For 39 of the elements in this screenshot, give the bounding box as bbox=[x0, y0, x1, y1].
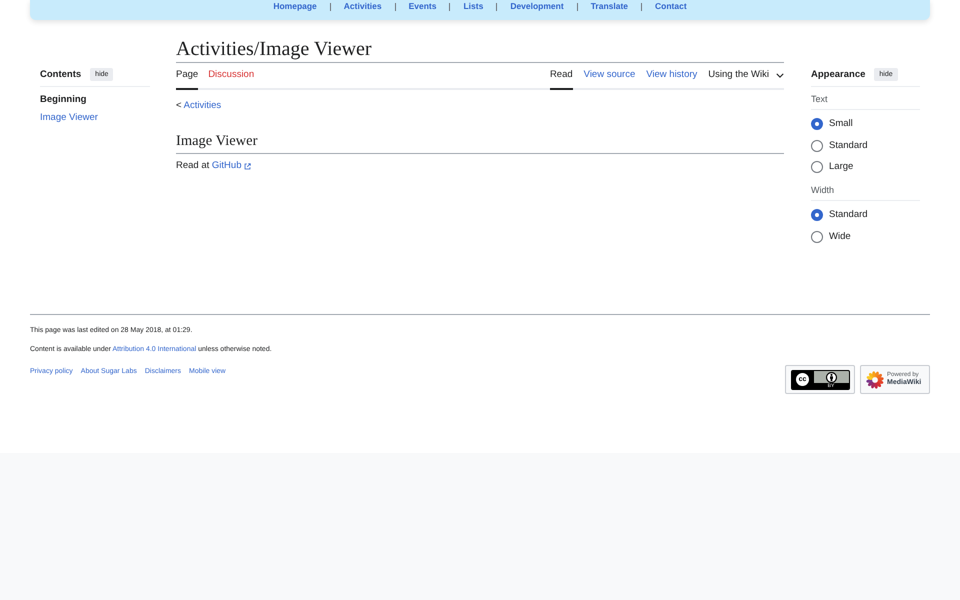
breadcrumb-link[interactable]: Activities bbox=[184, 100, 222, 111]
radio-button[interactable] bbox=[811, 161, 823, 173]
paragraph: Read at GitHub bbox=[176, 159, 784, 173]
radio-button[interactable] bbox=[811, 140, 823, 152]
chevron-down-icon bbox=[776, 73, 784, 78]
radio-label: Large bbox=[829, 160, 854, 174]
nav-link[interactable]: Lists bbox=[463, 1, 484, 11]
radio-button[interactable] bbox=[811, 209, 823, 221]
person-icon bbox=[826, 372, 836, 382]
nav-link[interactable]: Homepage bbox=[273, 1, 317, 11]
nav-link[interactable]: Development bbox=[510, 1, 564, 11]
radio-button[interactable] bbox=[811, 118, 823, 130]
group-label: Width bbox=[811, 183, 920, 201]
nav-link[interactable]: Activities bbox=[344, 1, 382, 11]
sidebar-heading: Appearance bbox=[811, 68, 866, 81]
page-tab[interactable]: View history bbox=[646, 63, 698, 90]
sidebar-heading: Contents bbox=[40, 68, 82, 81]
radio-label: Standard bbox=[829, 138, 868, 152]
sunflower-icon bbox=[866, 370, 884, 388]
radio-label: Small bbox=[829, 117, 853, 131]
radio-label: Standard bbox=[829, 208, 868, 222]
toc-item[interactable]: Beginning bbox=[40, 93, 150, 107]
page-tab[interactable]: Discussion bbox=[208, 63, 254, 90]
dropdown-tab[interactable]: Using the Wiki bbox=[708, 63, 784, 90]
external-link[interactable]: GitHub bbox=[212, 159, 250, 173]
page-title: Activities/Image Viewer bbox=[176, 36, 784, 63]
page-tab[interactable]: Read bbox=[550, 63, 573, 90]
section-heading: Image Viewer bbox=[176, 131, 784, 154]
radio-button[interactable] bbox=[811, 230, 823, 242]
breadcrumb: < Activities bbox=[176, 99, 222, 113]
page-tab[interactable]: Page bbox=[176, 63, 198, 90]
nav-link[interactable]: Events bbox=[408, 1, 436, 11]
group-label: Text bbox=[811, 92, 920, 110]
radio-label: Wide bbox=[829, 230, 851, 244]
external-link-icon bbox=[244, 162, 250, 170]
nav-link[interactable]: Contact bbox=[655, 1, 687, 11]
nav-link[interactable]: Translate bbox=[590, 1, 628, 11]
toc-item[interactable]: Image Viewer bbox=[40, 111, 150, 125]
page-tab[interactable]: View source bbox=[584, 63, 636, 90]
